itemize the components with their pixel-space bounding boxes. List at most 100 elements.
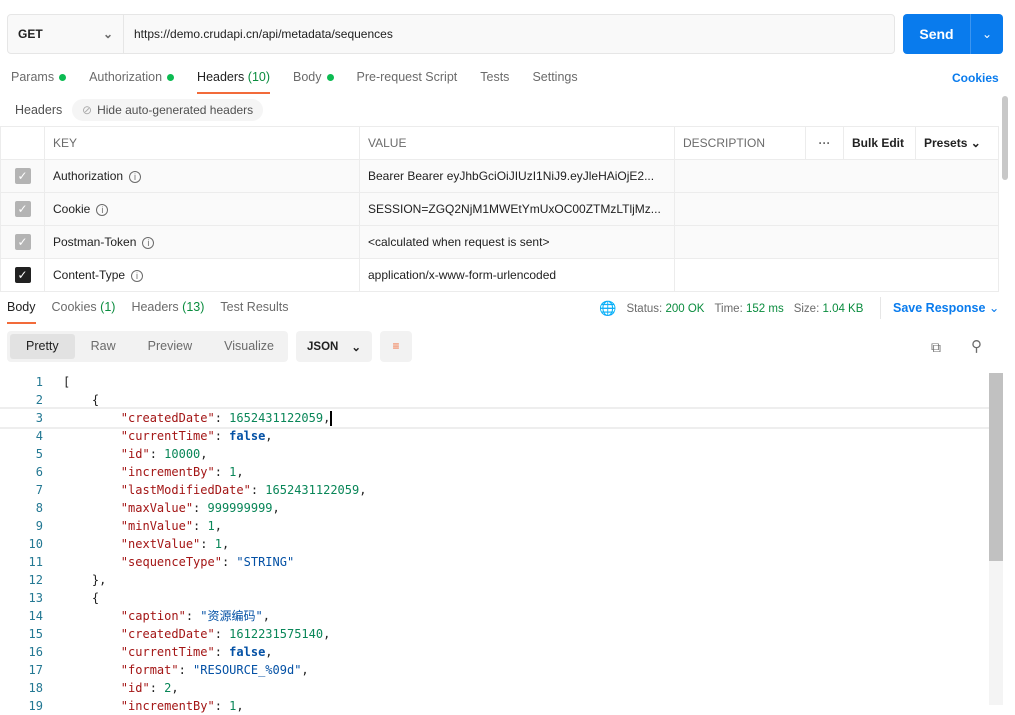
method-select[interactable]: GET ⌄ bbox=[8, 15, 124, 53]
wrap-lines-icon[interactable]: ≡ bbox=[380, 331, 412, 362]
key-cell[interactable]: Authorization i bbox=[44, 159, 360, 193]
response-tab-headers[interactable]: Headers (13) bbox=[131, 300, 204, 324]
chevron-down-icon[interactable]: ⌄ bbox=[970, 14, 1003, 54]
copy-icon[interactable]: ⧉ bbox=[931, 339, 941, 356]
divider bbox=[880, 297, 881, 319]
line-number: 4 bbox=[35, 429, 43, 443]
token: false bbox=[229, 645, 266, 659]
view-preview[interactable]: Preview bbox=[132, 334, 208, 359]
presets-dropdown[interactable]: Presets ⌄ bbox=[915, 126, 999, 160]
token: : bbox=[221, 555, 237, 569]
view-raw[interactable]: Raw bbox=[75, 334, 132, 359]
token: , bbox=[236, 699, 244, 713]
line-number: 10 bbox=[28, 537, 43, 551]
info-icon[interactable]: i bbox=[131, 270, 144, 282]
row-checkbox[interactable]: ✓ bbox=[14, 168, 31, 184]
url-input[interactable]: https://demo.crudapi.cn/api/metadata/seq… bbox=[124, 27, 393, 41]
info-icon[interactable]: i bbox=[142, 237, 155, 249]
format-select[interactable]: JSON ⌄ bbox=[296, 331, 372, 362]
line-number: 18 bbox=[28, 681, 43, 695]
view-visualize[interactable]: Visualize bbox=[208, 334, 290, 359]
time-label: Time: bbox=[714, 302, 743, 315]
code-line: 19 "incrementBy": 1, bbox=[0, 697, 990, 715]
token: : bbox=[149, 447, 165, 461]
token: , bbox=[171, 681, 179, 695]
value-cell[interactable]: SESSION=ZGQ2NjM1MWEtYmUxOC00ZTMzLTljMz..… bbox=[359, 192, 675, 226]
send-button[interactable]: Send ⌄ bbox=[903, 14, 1003, 54]
more-options-icon[interactable]: ··· bbox=[805, 126, 844, 160]
editor-scrollbar[interactable] bbox=[989, 373, 1003, 705]
row-checkbox[interactable]: ✓ bbox=[14, 201, 31, 217]
info-icon[interactable]: i bbox=[129, 171, 142, 183]
globe-lock-icon[interactable]: 🌐 bbox=[599, 300, 616, 317]
token: : bbox=[214, 429, 230, 443]
description-cell[interactable] bbox=[674, 192, 999, 226]
line-number: 17 bbox=[28, 663, 43, 677]
line-number: 8 bbox=[35, 501, 43, 515]
tab-settings[interactable]: Settings bbox=[532, 70, 577, 94]
line-number: 6 bbox=[35, 465, 43, 479]
hide-auto-headers-button[interactable]: ⊘ Hide auto-generated headers bbox=[72, 99, 264, 121]
code-line: 2 { bbox=[0, 391, 990, 409]
status-label: Status: bbox=[626, 302, 663, 315]
response-tab-cookies[interactable]: Cookies (1) bbox=[52, 300, 116, 324]
row-checkbox[interactable]: ✓ bbox=[14, 234, 31, 250]
tab-authorization[interactable]: Authorization bbox=[89, 70, 175, 94]
description-cell[interactable] bbox=[674, 258, 999, 292]
tab-body[interactable]: Body bbox=[293, 70, 334, 94]
token: : bbox=[214, 699, 230, 713]
code-line: 4 "currentTime": false, bbox=[0, 427, 990, 445]
code-line: 16 "currentTime": false, bbox=[0, 643, 990, 661]
token: 1652431122059 bbox=[265, 483, 360, 497]
token: : bbox=[193, 519, 208, 533]
tab-count: (1) bbox=[100, 300, 116, 314]
bulk-edit-button[interactable]: Bulk Edit bbox=[843, 126, 916, 160]
code-line: 7 "lastModifiedDate": 1652431122059, bbox=[0, 481, 990, 499]
value-cell[interactable]: <calculated when request is sent> bbox=[359, 225, 675, 259]
line-number: 13 bbox=[28, 591, 43, 605]
code-line: 18 "id": 2, bbox=[0, 679, 990, 697]
save-response-button[interactable]: Save Response ⌄ bbox=[893, 300, 999, 315]
response-body-editor[interactable]: 1[2 {3 "createdDate": 1652431122059, 4 "c… bbox=[0, 373, 992, 715]
view-pretty[interactable]: Pretty bbox=[10, 334, 75, 359]
tab-label: Authorization bbox=[89, 70, 163, 84]
table-row: ✓ Cookie i SESSION=ZGQ2NjM1MWEtYmUxOC00ZTMz… bbox=[0, 192, 999, 226]
token: false bbox=[229, 429, 266, 443]
cookies-link[interactable]: Cookies bbox=[952, 71, 999, 85]
tab-tests[interactable]: Tests bbox=[480, 70, 509, 94]
line-text: { bbox=[43, 391, 99, 409]
tab-count: (10) bbox=[247, 70, 271, 84]
search-icon[interactable]: ⚲ bbox=[971, 337, 982, 355]
key-cell[interactable]: Cookie i bbox=[44, 192, 360, 226]
table-row: ✓ Authorization i Bearer Bearer eyJhbGciOiJ… bbox=[0, 159, 999, 193]
value-cell[interactable]: Bearer Bearer eyJhbGciOiJIUzI1NiJ9.eyJle… bbox=[359, 159, 675, 193]
tab-params[interactable]: Params bbox=[11, 70, 67, 94]
size-value: 1.04 KB bbox=[822, 302, 864, 315]
token: , bbox=[323, 627, 331, 641]
header-key: Postman-Token bbox=[53, 235, 137, 249]
token: "id" bbox=[120, 681, 150, 695]
value-cell[interactable]: application/x-www-form-urlencoded bbox=[359, 258, 675, 292]
line-number: 1 bbox=[35, 375, 43, 389]
description-cell[interactable] bbox=[674, 159, 999, 193]
headers-scrollbar[interactable] bbox=[1002, 96, 1008, 180]
key-cell[interactable]: Postman-Token i bbox=[44, 225, 360, 259]
row-checkbox[interactable]: ✓ bbox=[14, 267, 31, 283]
tab-label: Headers bbox=[197, 70, 245, 84]
response-tab-body[interactable]: Body bbox=[7, 300, 36, 324]
tab-pre-request-script[interactable]: Pre-request Script bbox=[357, 70, 458, 94]
key-cell[interactable]: Content-Type i bbox=[44, 258, 360, 292]
description-cell[interactable] bbox=[674, 225, 999, 259]
tab-headers[interactable]: Headers (10) bbox=[197, 70, 270, 94]
response-tab-test-results[interactable]: Test Results bbox=[220, 300, 288, 324]
token: "RESOURCE_%09d" bbox=[193, 663, 302, 677]
info-icon[interactable]: i bbox=[96, 204, 109, 216]
eye-off-icon: ⊘ bbox=[82, 103, 93, 117]
token: "id" bbox=[120, 447, 150, 461]
token: : bbox=[214, 465, 230, 479]
